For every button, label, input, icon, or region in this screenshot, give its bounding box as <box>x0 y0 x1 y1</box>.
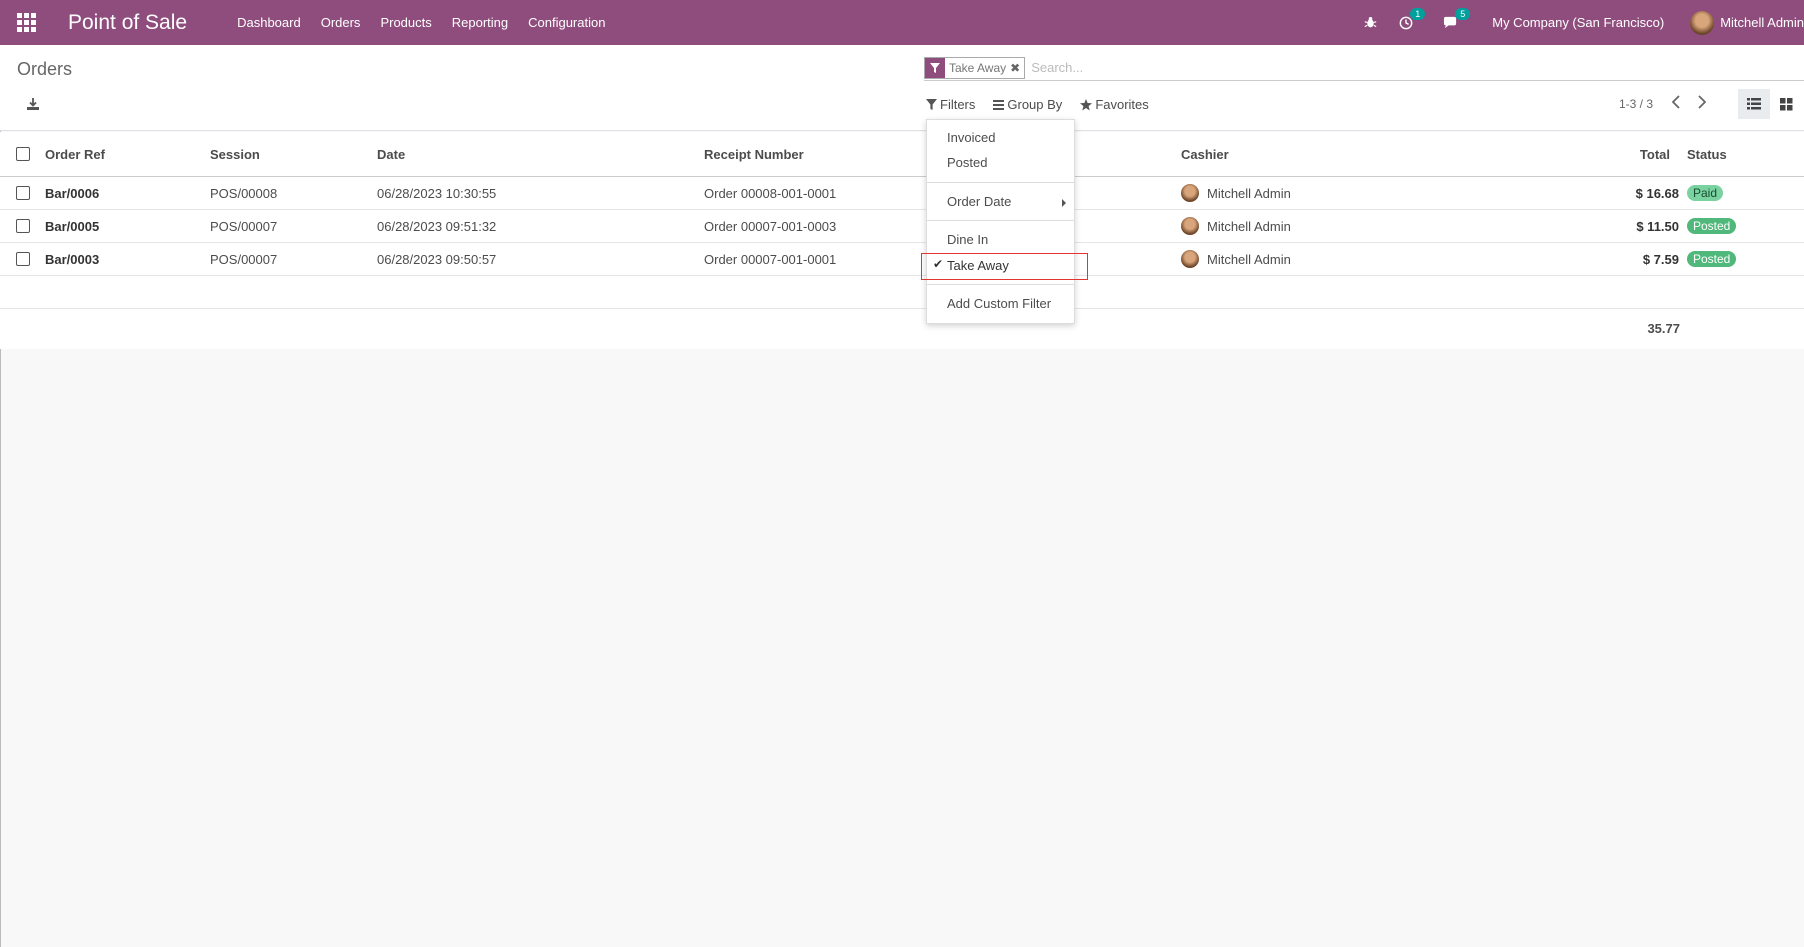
table-row[interactable]: Bar/0006 POS/00008 06/28/2023 10:30:55 O… <box>0 177 1804 210</box>
cashier-name: Mitchell Admin <box>1207 251 1291 267</box>
activity-badge: 1 <box>1410 7 1426 20</box>
filter-facet-icon <box>925 57 945 78</box>
receipt-number: Order 00007-001-0001 <box>704 251 837 267</box>
col-status[interactable]: Status <box>1687 132 1727 176</box>
col-order-ref[interactable]: Order Ref <box>45 132 105 176</box>
activity-clock-icon[interactable]: 1 <box>1399 7 1426 30</box>
session: POS/00008 <box>210 185 278 201</box>
user-avatar <box>1690 10 1715 35</box>
total: $ 16.68 <box>1635 185 1679 201</box>
pager-previous-icon[interactable] <box>1671 95 1680 112</box>
status-badge: Paid <box>1687 185 1724 201</box>
control-panel: Orders Take Away ✖ Filters Group By Favo… <box>0 45 1804 131</box>
sum-total: 35.77 <box>1647 321 1680 336</box>
caret-right-icon <box>1062 199 1066 207</box>
order-ref: Bar/0003 <box>45 251 100 267</box>
date: 06/28/2023 09:51:32 <box>377 218 497 234</box>
page-title: Orders <box>17 59 73 79</box>
filter-order-date[interactable]: Order Date <box>947 194 1011 209</box>
session: POS/00007 <box>210 218 278 234</box>
download-icon[interactable] <box>26 97 40 111</box>
favorites-label: Favorites <box>1095 97 1149 112</box>
status-badge: Posted <box>1687 251 1737 267</box>
cashier-name: Mitchell Admin <box>1207 185 1291 201</box>
row-checkbox[interactable] <box>16 252 30 266</box>
filters-dropdown: Invoiced Posted Order Date Dine In ✔ Tak… <box>926 119 1075 324</box>
row-checkbox[interactable] <box>16 219 30 233</box>
kanban-view-icon[interactable] <box>1770 89 1802 119</box>
cashier: Mitchell Admin <box>1181 210 1291 242</box>
groupby-label: Group By <box>1007 97 1063 112</box>
messages-chat-icon[interactable]: 5 <box>1443 7 1471 30</box>
table-header: Order Ref Session Date Receipt Number Ca… <box>0 132 1804 177</box>
add-custom-filter[interactable]: Add Custom Filter <box>947 296 1051 311</box>
selection-highlight-box <box>921 253 1088 280</box>
cashier: Mitchell Admin <box>1181 243 1291 275</box>
search-facet: Take Away ✖ <box>924 56 1026 79</box>
cashier-name: Mitchell Admin <box>1207 218 1291 234</box>
dropdown-divider <box>927 284 1074 285</box>
order-ref: Bar/0005 <box>45 218 100 234</box>
order-ref: Bar/0006 <box>45 185 100 201</box>
menu-orders[interactable]: Orders <box>321 15 361 30</box>
apps-grid-icon <box>16 13 36 32</box>
row-checkbox[interactable] <box>16 186 30 200</box>
table-row[interactable]: Bar/0005 POS/00007 06/28/2023 09:51:32 O… <box>0 210 1804 243</box>
filter-posted[interactable]: Posted <box>947 155 987 170</box>
filter-dine-in[interactable]: Dine In <box>947 232 988 247</box>
menu-reporting[interactable]: Reporting <box>452 15 508 30</box>
debug-bug-icon[interactable] <box>1364 16 1377 29</box>
receipt-number: Order 00008-001-0001 <box>704 185 837 201</box>
status-badge: Posted <box>1687 218 1737 234</box>
filter-invoiced[interactable]: Invoiced <box>947 130 995 145</box>
user-menu[interactable]: Mitchell Admin <box>1690 10 1804 35</box>
col-receipt-number[interactable]: Receipt Number <box>704 132 804 176</box>
col-cashier[interactable]: Cashier <box>1181 132 1229 176</box>
top-navbar: Point of Sale Dashboard Orders Products … <box>0 0 1804 45</box>
favorites-button[interactable]: Favorites <box>1080 97 1149 112</box>
filters-label: Filters <box>940 97 976 112</box>
search-bar: Take Away ✖ <box>924 55 1804 81</box>
table-footer: 35.77 <box>0 309 1804 349</box>
menu-products[interactable]: Products <box>380 15 431 30</box>
filter-icon <box>926 99 937 110</box>
pager-next-icon[interactable] <box>1698 95 1707 112</box>
date: 06/28/2023 09:50:57 <box>377 251 497 267</box>
menu-configuration[interactable]: Configuration <box>528 15 605 30</box>
cashier-avatar <box>1181 184 1199 202</box>
star-icon <box>1080 98 1093 110</box>
dropdown-divider <box>927 182 1074 183</box>
total: $ 7.59 <box>1642 251 1679 267</box>
user-name: Mitchell Admin <box>1720 15 1804 30</box>
col-session[interactable]: Session <box>210 132 260 176</box>
company-switcher[interactable]: My Company (San Francisco) <box>1492 15 1664 30</box>
app-brand[interactable]: Point of Sale <box>68 11 187 35</box>
date: 06/28/2023 10:30:55 <box>377 185 497 201</box>
messages-badge: 5 <box>1455 7 1471 20</box>
pager-value[interactable]: 1-3 / 3 <box>1619 97 1653 111</box>
table-row[interactable]: Bar/0003 POS/00007 06/28/2023 09:50:57 O… <box>0 243 1804 276</box>
dropdown-divider <box>927 220 1074 221</box>
menu-dashboard[interactable]: Dashboard <box>237 15 301 30</box>
orders-table: Order Ref Session Date Receipt Number Ca… <box>0 132 1804 349</box>
total: $ 11.50 <box>1636 218 1679 234</box>
cashier-avatar <box>1181 250 1199 268</box>
col-date[interactable]: Date <box>377 132 405 176</box>
cashier-avatar <box>1181 217 1199 235</box>
list-bars-icon <box>993 99 1005 110</box>
groupby-button[interactable]: Group By <box>993 97 1062 112</box>
list-view-icon[interactable] <box>1738 89 1770 119</box>
search-input[interactable] <box>1031 60 1432 75</box>
empty-row <box>0 276 1804 309</box>
select-all-checkbox[interactable] <box>16 147 30 161</box>
apps-menu-button[interactable] <box>0 0 52 45</box>
receipt-number: Order 00007-001-0003 <box>704 218 837 234</box>
col-total[interactable]: Total <box>1600 132 1670 176</box>
cashier: Mitchell Admin <box>1181 177 1291 209</box>
facet-value: Take Away <box>949 60 1007 75</box>
session: POS/00007 <box>210 251 278 267</box>
remove-facet-icon[interactable]: ✖ <box>1010 61 1024 75</box>
filters-button[interactable]: Filters <box>926 97 975 112</box>
